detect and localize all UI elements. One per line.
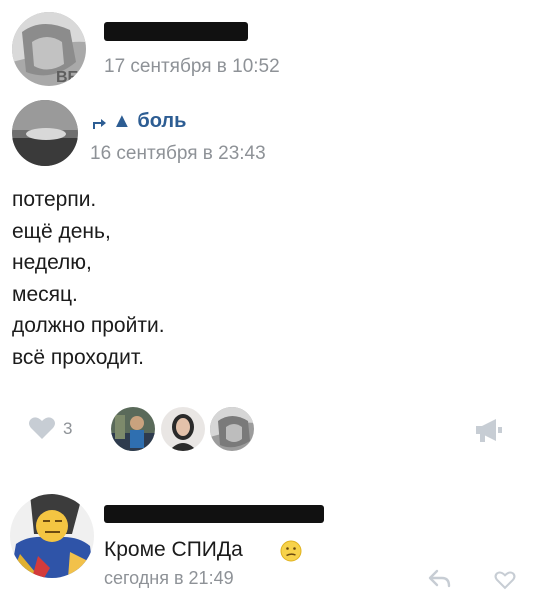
redacted-commenter-name — [104, 505, 324, 523]
liker-photo — [161, 407, 205, 451]
avatar-photo: BE — [12, 12, 86, 86]
likes-count: 3 — [63, 419, 73, 438]
heart-icon — [29, 417, 55, 439]
redacted-author-name — [104, 22, 248, 41]
comment-timestamp[interactable]: сегодня в 21:49 — [104, 568, 234, 589]
post-text-line: должно пройти. — [12, 314, 165, 337]
liker-avatar-2[interactable] — [161, 407, 205, 451]
commenter-photo — [10, 494, 94, 578]
post-author-avatar[interactable]: BE — [12, 12, 86, 86]
feed-screenshot: BE 17 сентября в 10:52 ▲ боль 16 сентябр… — [0, 0, 544, 600]
heart-icon[interactable] — [494, 570, 516, 590]
confused-face-emoji — [280, 540, 302, 562]
like-button[interactable]: 3 — [28, 414, 78, 444]
post-timestamp[interactable]: 17 сентября в 10:52 — [104, 56, 280, 78]
post-text-line: потерпи. — [12, 188, 97, 211]
liker-avatar-3[interactable] — [210, 407, 254, 451]
avatar-print-text: BE — [56, 69, 79, 86]
megaphone-icon[interactable] — [474, 417, 504, 443]
repost-source-name[interactable]: ▲ боль — [112, 110, 186, 133]
liker-avatar-1[interactable] — [111, 407, 155, 451]
comment-text: Кроме СПИДа — [104, 538, 243, 561]
repost-arrow-icon — [93, 119, 106, 129]
post-text: потерпи. ещё день, неделю, месяц. должно… — [12, 184, 165, 373]
liker-photo — [111, 407, 155, 451]
reply-arrow-icon[interactable] — [428, 569, 452, 589]
repost-timestamp[interactable]: 16 сентября в 23:43 — [90, 143, 266, 165]
repost-source-avatar[interactable] — [12, 100, 78, 166]
liker-photo — [210, 407, 254, 451]
post-text-line: неделю, — [12, 251, 92, 274]
commenter-avatar[interactable] — [10, 494, 94, 578]
post-text-line: ещё день, — [12, 219, 111, 243]
repost-avatar-photo — [12, 100, 78, 166]
post-text-line: всё проходит. — [12, 345, 145, 369]
post-text-line: месяц. — [12, 282, 78, 306]
